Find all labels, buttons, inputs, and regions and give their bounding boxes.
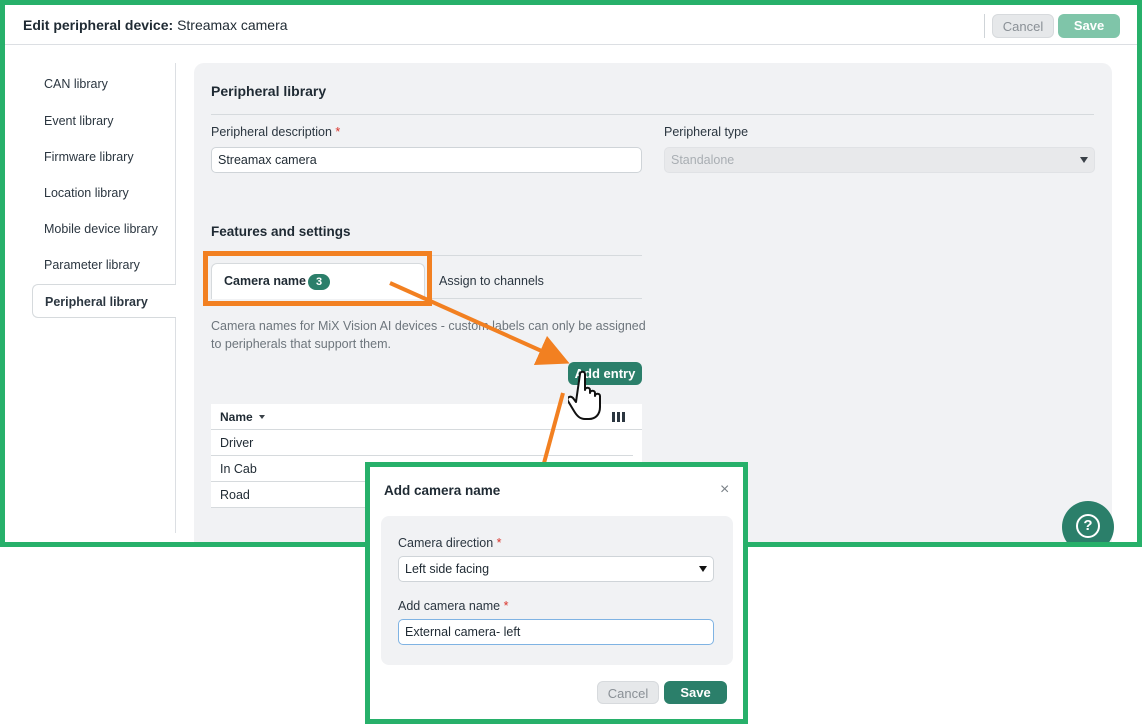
arrow-to-add-entry	[389, 281, 570, 366]
dialog-cancel-button[interactable]: Cancel	[597, 681, 659, 704]
required-mark: *	[503, 599, 509, 613]
camera-name-label-text: Add camera name	[398, 599, 501, 613]
close-icon[interactable]: ×	[720, 481, 729, 499]
hand-cursor-icon	[568, 370, 601, 420]
camera-name-input-value: External camera- left	[405, 625, 521, 639]
camera-direction-label: Camera direction *	[398, 536, 502, 550]
dialog-save-button[interactable]: Save	[664, 681, 727, 704]
camera-direction-value: Left side facing	[405, 562, 490, 576]
camera-name-label: Add camera name *	[398, 599, 509, 613]
chevron-down-icon	[699, 566, 707, 572]
dialog-form: Camera direction * Left side facing Add …	[381, 516, 733, 665]
camera-name-input[interactable]: External camera- left	[398, 619, 714, 645]
add-camera-name-dialog: Add camera name × Camera direction * Lef…	[365, 462, 748, 724]
camera-direction-label-text: Camera direction	[398, 536, 494, 550]
required-mark: *	[496, 536, 502, 550]
dialog-title: Add camera name	[384, 483, 501, 498]
camera-direction-select[interactable]: Left side facing	[398, 556, 714, 582]
